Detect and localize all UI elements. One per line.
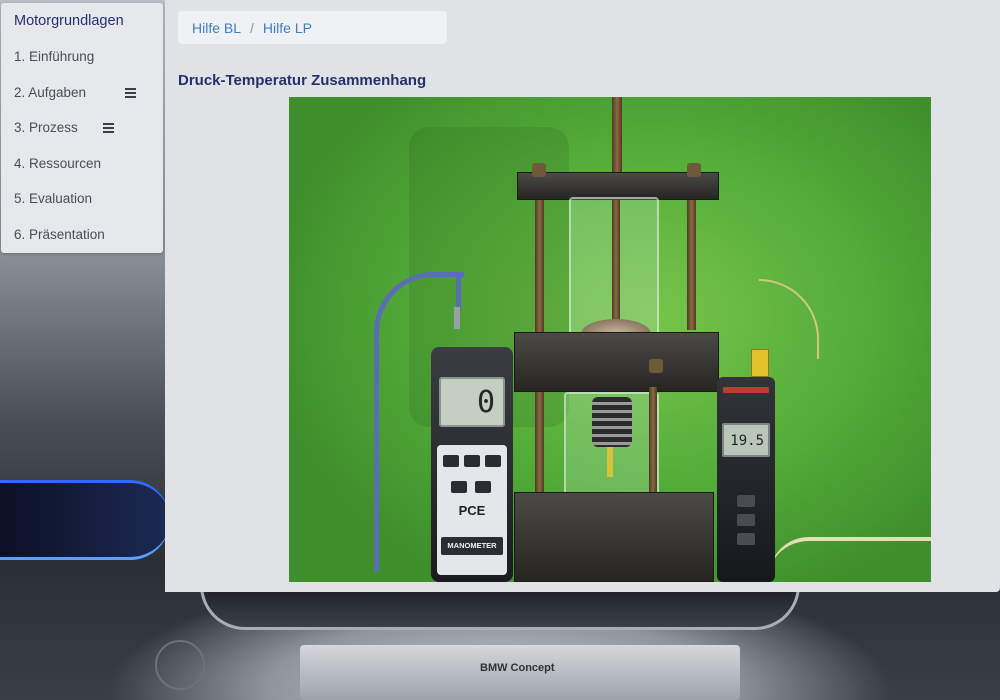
thermometer-display: 19.5 [722, 423, 770, 457]
sidebar-title[interactable]: Motorgrundlagen [1, 3, 163, 39]
hose-connector [454, 307, 460, 329]
hamburger-menu-icon[interactable] [103, 123, 114, 133]
bolt-nut [687, 163, 701, 177]
thermometer-logo [723, 387, 769, 393]
hamburger-menu-icon[interactable] [125, 87, 136, 98]
thermocouple-wire [759, 279, 819, 359]
manometer-button [464, 455, 480, 467]
sidebar-item-praesentation[interactable]: 6. Präsentation [1, 217, 163, 253]
thermometer-button [737, 495, 755, 507]
sidebar-item-evaluation[interactable]: 5. Evaluation [1, 181, 163, 217]
sidebar-item-label: 4. Ressourcen [14, 155, 102, 171]
plate-text: BMW Concept [480, 662, 555, 674]
sidebar-item-label: 2. Aufgaben [14, 84, 87, 100]
floor-cable [769, 537, 931, 582]
heating-coil [592, 397, 632, 447]
breadcrumb-link-hilfe-bl[interactable]: Hilfe BL [192, 20, 241, 36]
manometer-button [485, 455, 501, 467]
middle-plate [514, 332, 719, 392]
car-emblem-ring [155, 640, 205, 690]
sidebar-nav: Motorgrundlagen 1. Einführung 2. Aufgabe… [1, 3, 163, 253]
pressure-hose-end [456, 275, 461, 310]
thermometer-button [737, 533, 755, 545]
headlight-left [0, 480, 170, 560]
manometer-label: MANOMETER [441, 537, 503, 555]
sidebar-item-prozess[interactable]: 3. Prozess [1, 110, 163, 146]
thermocouple-connector [751, 349, 769, 377]
manometer-button [451, 481, 467, 493]
bolt-nut [649, 359, 663, 373]
sidebar-item-label: 1. Einführung [14, 49, 95, 65]
manometer-display: 0 [439, 377, 505, 427]
manometer-panel: PCE MANOMETER [437, 445, 507, 575]
page-title: Druck-Temperatur Zusammenhang [178, 72, 427, 89]
breadcrumb: Hilfe BL / Hilfe LP [178, 11, 447, 44]
base-plate [514, 492, 714, 582]
breadcrumb-separator: / [250, 19, 254, 36]
manometer-brand: PCE [458, 503, 486, 518]
sensor-probe [607, 447, 613, 477]
main-panel: Hilfe BL / Hilfe LP Druck-Temperatur Zus… [165, 0, 1000, 592]
piston-rod-inner [612, 200, 620, 330]
sidebar-item-aufgaben[interactable]: 2. Aufgaben [1, 75, 163, 111]
sidebar-item-label: 5. Evaluation [14, 191, 93, 207]
manometer-button [475, 481, 491, 493]
thermometer-device: 19.5 [717, 377, 775, 582]
experiment-video[interactable]: 0 PCE MANOMETER 19.5 [289, 97, 931, 582]
piston-rod [612, 97, 622, 172]
manometer-button [443, 455, 459, 467]
sidebar-item-label: 6. Präsentation [14, 226, 105, 242]
sidebar-item-ressourcen[interactable]: 4. Ressourcen [1, 146, 163, 182]
breadcrumb-link-hilfe-lp[interactable]: Hilfe LP [263, 20, 312, 36]
sidebar-item-label: 3. Prozess [14, 120, 78, 136]
manometer-device: 0 PCE MANOMETER [431, 347, 513, 582]
support-rod-right [687, 200, 696, 330]
bolt-nut [532, 163, 546, 177]
thermometer-button [737, 514, 755, 526]
sidebar-item-einfuehrung[interactable]: 1. Einführung [1, 39, 163, 75]
